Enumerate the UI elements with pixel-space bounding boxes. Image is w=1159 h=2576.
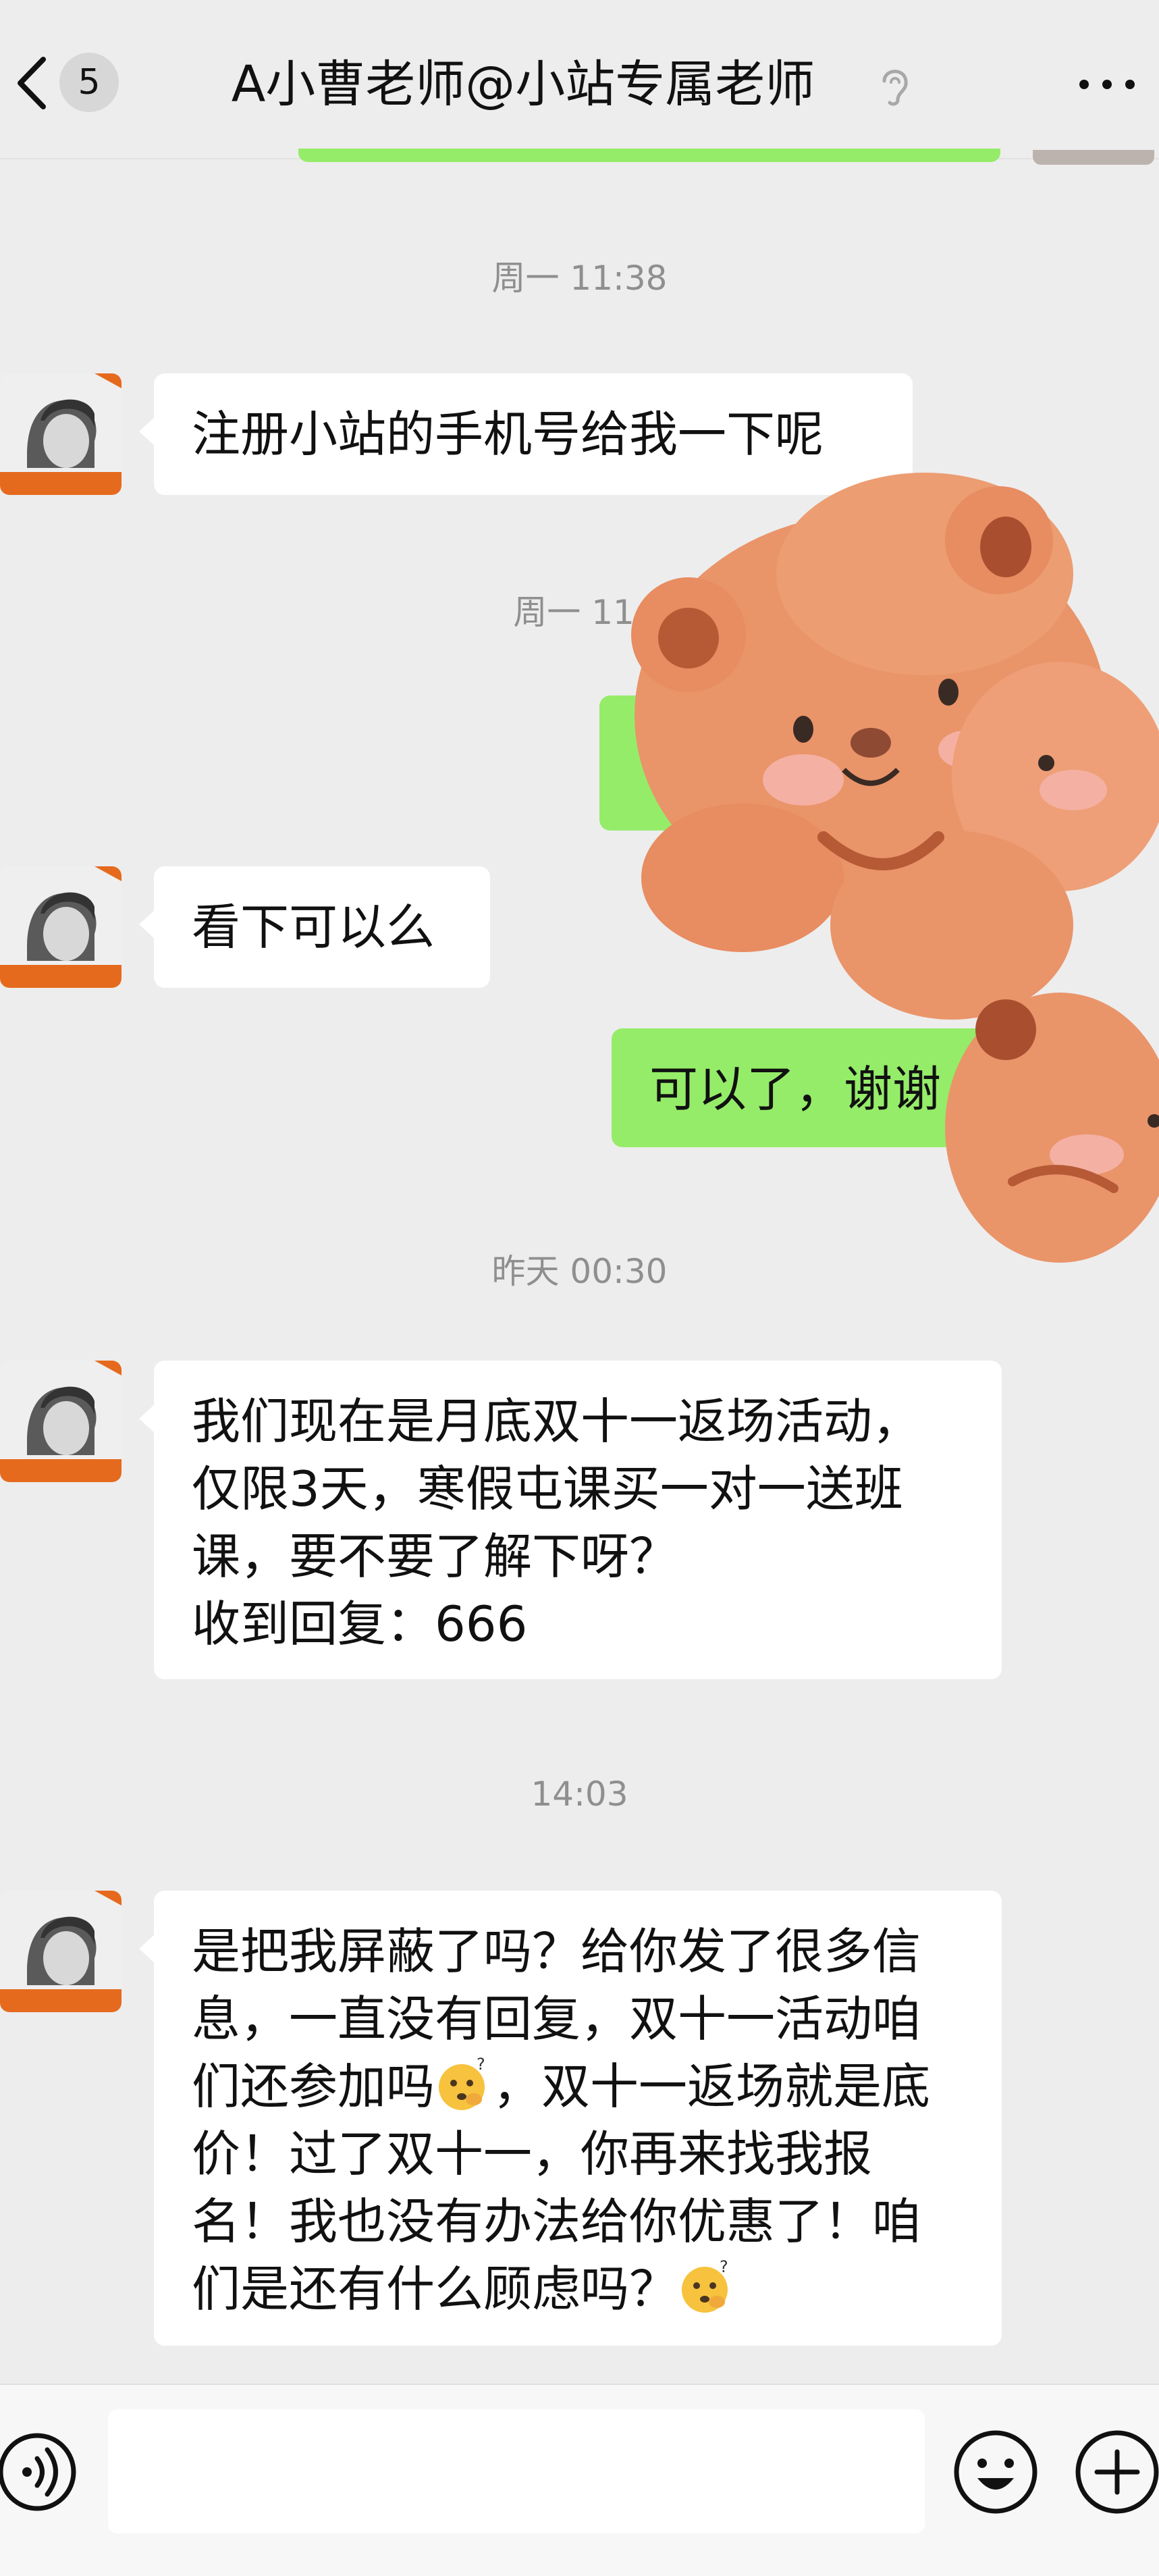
- incoming-message-bubble[interactable]: 我们现在是月底双十一返场活动， 仅限3天，寒假屯课买一对一送班 课，要不要了解下…: [139, 1361, 1002, 1679]
- message-text-line: 们还参加吗? ，双十一返场就是底: [192, 2053, 964, 2120]
- message-text: 注册小站的手机号给我一下呢: [192, 406, 824, 463]
- voice-icon[interactable]: [0, 2428, 81, 2516]
- chat-header: 5 A小曹老师@小站专属老师: [0, 0, 1159, 159]
- more-dots-icon[interactable]: [1073, 68, 1141, 101]
- svg-text:?: ?: [477, 2055, 485, 2074]
- avatar-image: [0, 1361, 122, 1482]
- message-text-line: 们是还有什么顾虑吗？?: [192, 2255, 964, 2323]
- message-text-line: 息，一直没有回复，双十一活动咱: [192, 1991, 921, 2047]
- message-text-line: 名！我也没有办法给你优惠了！咱: [192, 2193, 921, 2250]
- previous-message-edge: [298, 149, 1000, 162]
- avatar-image: [0, 373, 122, 495]
- avatar[interactable]: [0, 373, 122, 495]
- ear-icon: [882, 70, 908, 106]
- message-text-line: 我们现在是月底双十一返场活动，: [192, 1393, 921, 1450]
- svg-text:?: ?: [720, 2257, 728, 2276]
- thinking-emoji-icon: ?: [439, 2055, 485, 2110]
- plus-icon[interactable]: [1073, 2428, 1159, 2516]
- message-text: 看下可以么: [192, 899, 435, 955]
- chevron-left-icon[interactable]: [8, 53, 55, 113]
- incoming-message-bubble[interactable]: 看下可以么: [139, 866, 490, 988]
- previous-image-edge: [1033, 150, 1154, 165]
- message-text-fragment: ，双十一返场就是底: [493, 2058, 931, 2115]
- message-text-fragment: 们是还有什么顾虑吗？: [192, 2261, 678, 2317]
- bear-sticker[interactable]: [574, 459, 1159, 1290]
- message-text-line: 收到回复：666: [192, 1596, 528, 1652]
- chat-screen: 5 A小曹老师@小站专属老师 周一 11:38 注册小站的手机号给我一下呢 周一…: [0, 0, 1159, 2576]
- avatar[interactable]: [0, 1361, 122, 1482]
- timestamp: 周一 11:38: [491, 259, 668, 298]
- chat-title: A小曹老师@小站专属老师: [231, 55, 815, 113]
- message-input[interactable]: [108, 2409, 925, 2533]
- incoming-message-bubble[interactable]: 是把我屏蔽了吗？给你发了很多信 息，一直没有回复，双十一活动咱 们还参加吗? ，双…: [139, 1891, 1002, 2346]
- message-text-fragment: 们还参加吗: [192, 2058, 435, 2115]
- timestamp: 14:03: [531, 1775, 628, 1814]
- timestamp: 昨天 00:30: [491, 1252, 668, 1291]
- message-text-line: 价！过了双十一，你再来找我报: [192, 2126, 873, 2182]
- message-text-line: 仅限3天，寒假屯课买一对一送班: [192, 1461, 903, 1517]
- avatar-image: [0, 1891, 122, 2012]
- message-text-line: 是把我屏蔽了吗？给你发了很多信: [192, 1923, 921, 1980]
- thinking-emoji-icon: ?: [682, 2257, 728, 2313]
- avatar[interactable]: [0, 866, 122, 988]
- smiley-icon[interactable]: [952, 2428, 1040, 2516]
- avatar-image: [0, 866, 122, 988]
- avatar[interactable]: [0, 1891, 122, 2012]
- unread-count-badge[interactable]: 5: [59, 53, 119, 112]
- message-text-line: 课，要不要了解下呀？: [192, 1528, 678, 1585]
